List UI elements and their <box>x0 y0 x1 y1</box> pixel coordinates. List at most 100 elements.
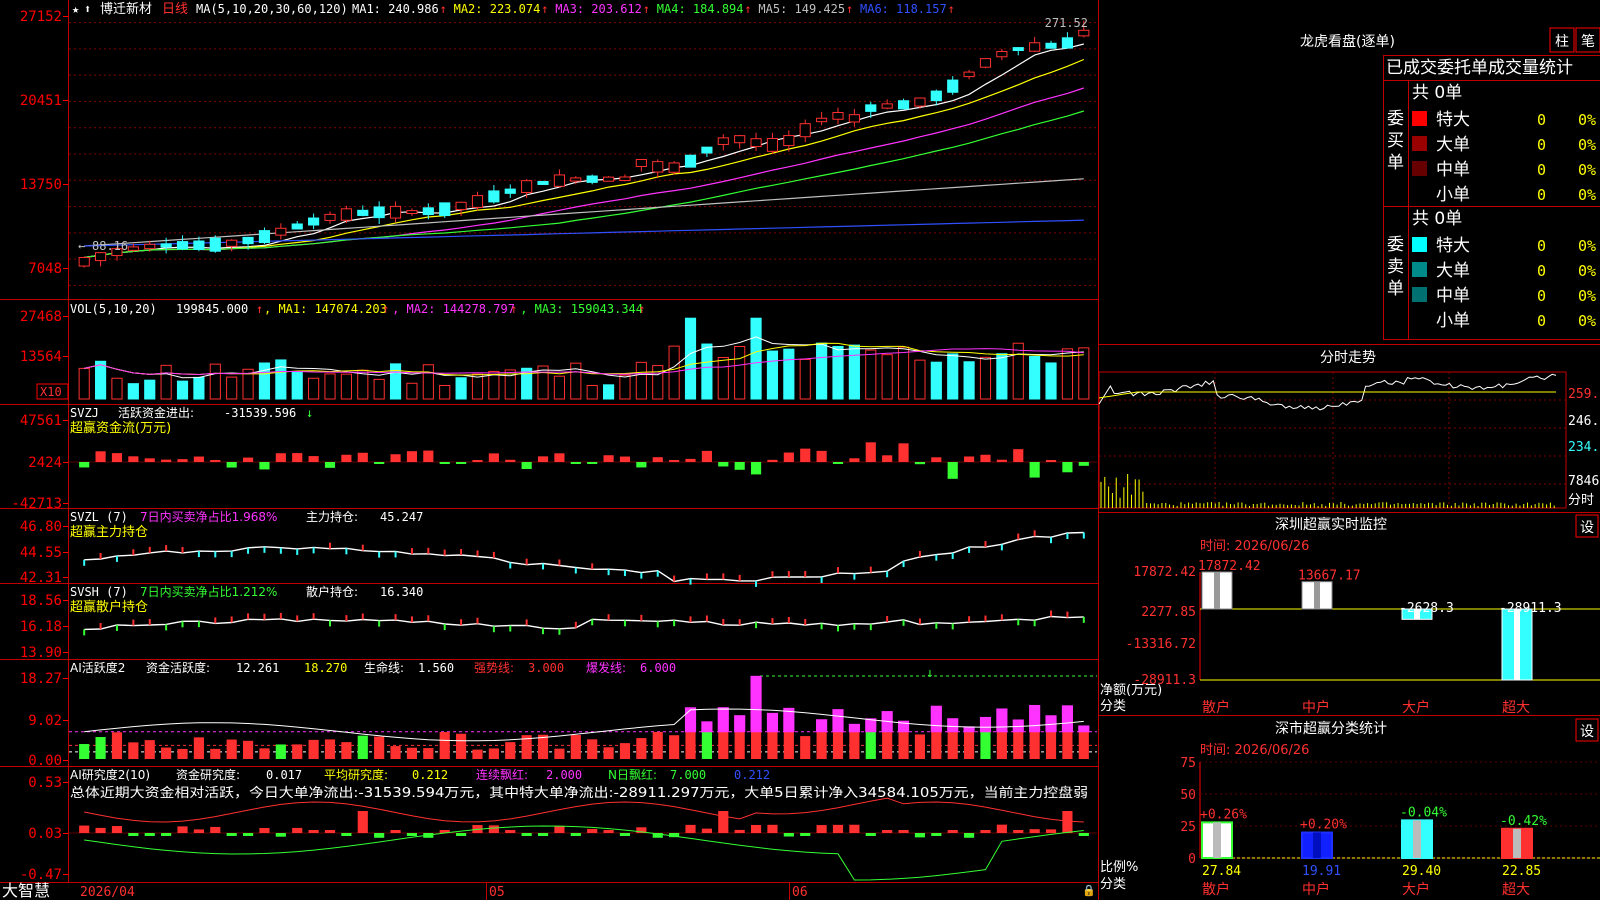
volume-plot <box>78 317 1090 400</box>
svzl-value: 45.247 <box>380 510 423 524</box>
vol-ma-arrow: ↑ <box>382 302 389 316</box>
lhb-color-swatch <box>1412 312 1427 327</box>
down-arrow-icon: ↓ <box>926 666 934 681</box>
candle-body <box>95 252 107 262</box>
fund-flow-bar <box>439 462 450 464</box>
research-bar <box>374 833 385 838</box>
active-bar <box>242 740 254 759</box>
lhb-row-count: 0 <box>1537 312 1546 330</box>
active-bar-top <box>1029 704 1041 733</box>
fund-flow-bar <box>914 462 926 465</box>
ma-legend-arrow: ↑ <box>440 2 447 16</box>
active-bar <box>275 744 286 759</box>
research-bar <box>292 827 303 833</box>
sz-monitor-time: 时间: 2026/06/26 <box>1200 539 1309 554</box>
svsh-label2: 散户持仓: <box>306 584 358 599</box>
volume-bar <box>996 353 1008 400</box>
research-bar <box>275 833 286 837</box>
svzl-y-axis: 46.80 44.55 42.31 <box>20 519 68 586</box>
candle-body <box>357 209 369 216</box>
research-bar <box>193 829 204 833</box>
kline-y-axis: 27152 20451 13750 7048 <box>20 9 68 277</box>
sz-class-change-label: -0.04% <box>1400 805 1447 820</box>
y-tick-label: 16.18 <box>20 619 62 635</box>
candle-body <box>340 208 352 221</box>
volume-bar <box>586 385 598 400</box>
fund-flow-bar <box>226 462 237 468</box>
volume-bar <box>144 379 156 400</box>
sz-class-category: 大户 <box>1402 881 1430 898</box>
volume-bar <box>816 342 828 400</box>
candle-body <box>275 227 287 236</box>
ma-legend-6: MA6: 118.157 <box>860 2 947 16</box>
sz-monitor-category: 散户 <box>1202 699 1230 716</box>
lock-icon[interactable]: 🔒 <box>1082 884 1096 897</box>
research-bar <box>931 833 942 836</box>
intraday-y-tick: 246.8 <box>1568 414 1600 429</box>
candle-body <box>553 174 565 187</box>
research-bar <box>718 811 729 833</box>
active-bar <box>783 731 794 759</box>
candle-body <box>947 79 959 93</box>
lhb-row-pct: 0% <box>1578 287 1596 305</box>
active-bar <box>226 739 237 759</box>
ai-research-summary: 总体近期大资金相对活跃，今日大单净流出:-31539.594万元，其中特大单净流… <box>70 785 1088 801</box>
volume-bar <box>603 384 615 400</box>
lhb-row-name: 小单 <box>1436 185 1470 205</box>
ai-active-header: AI活跃度2 资金活跃度: 12.261 18.270 生命线: 1.560 强… <box>70 660 676 675</box>
svzj-name: SVZJ <box>70 406 99 420</box>
ma-legend-4: MA4: 184.894 <box>657 2 744 16</box>
sz-monitor-chart: 17872.42 2277.85 -13316.72 -28911.3 17872.42… <box>1126 559 1600 716</box>
volume-bar <box>1045 362 1057 400</box>
active-bar <box>308 739 319 759</box>
sz-monitor-value-label: -2628.3 <box>1399 601 1454 616</box>
intraday-panel: 分时走势 259.2 246.8 234.5 7846 分时 <box>1098 350 1600 509</box>
y-tick-label: 9.02 <box>28 713 62 729</box>
research-bar <box>914 833 926 838</box>
period-label[interactable]: 日线 <box>162 2 188 17</box>
intraday-plot: 259.2 246.8 234.5 7846 分时 <box>1098 371 1600 509</box>
y-tick-label: 46.80 <box>20 519 62 535</box>
x-axis: 大智慧 2026/04 05 06 🔒 <box>2 881 1096 900</box>
lhb-row-count: 0 <box>1537 161 1546 179</box>
high-price-label: 271.52 <box>1045 16 1088 30</box>
research-bar <box>750 824 762 833</box>
ai-research-y-axis: 0.530.03-0.47 <box>20 775 68 883</box>
research-bar <box>488 825 499 833</box>
sz-class-y-tick: 25 <box>1180 820 1196 835</box>
volume-bar <box>979 356 992 400</box>
ai-research-label3: 连续飘红: <box>476 767 528 782</box>
active-bar <box>161 747 172 759</box>
active-bar <box>406 747 418 759</box>
svsh-value: 16.340 <box>380 585 423 599</box>
active-bar <box>537 734 549 759</box>
ai-active-v4: 3.000 <box>528 661 564 675</box>
sz-class-change-label: +0.20% <box>1300 818 1347 833</box>
candle-body <box>160 243 172 248</box>
research-bar <box>226 833 237 836</box>
active-bar <box>931 731 942 759</box>
research-bar <box>849 824 860 833</box>
lhb-row-count: 0 <box>1537 186 1546 204</box>
x-tick-apr: 2026/04 <box>80 885 135 900</box>
ai-active-v2: 18.270 <box>304 661 347 675</box>
fund-flow-bar <box>669 460 680 462</box>
research-bar <box>406 833 418 836</box>
volume-bar <box>308 377 320 400</box>
research-bar <box>161 833 172 836</box>
volume-bar <box>914 359 926 400</box>
star-icon[interactable]: ★ <box>72 2 79 16</box>
lhb-side-label: 委 <box>1387 109 1404 129</box>
fund-flow-bar <box>275 453 286 462</box>
lhb-row-count: 0 <box>1537 287 1546 305</box>
sz-class-category: 中户 <box>1302 881 1330 898</box>
volume-bar <box>963 361 975 400</box>
ma-legend-arrow: ↑ <box>643 2 650 16</box>
research-bar <box>816 825 827 833</box>
active-bar-top <box>750 675 762 733</box>
stock-name: 博迁新材 <box>100 1 152 17</box>
volume-bar <box>160 364 172 400</box>
research-bar <box>898 830 909 833</box>
active-bar-top <box>865 718 877 733</box>
low-price-label: 88.16 <box>92 239 128 253</box>
